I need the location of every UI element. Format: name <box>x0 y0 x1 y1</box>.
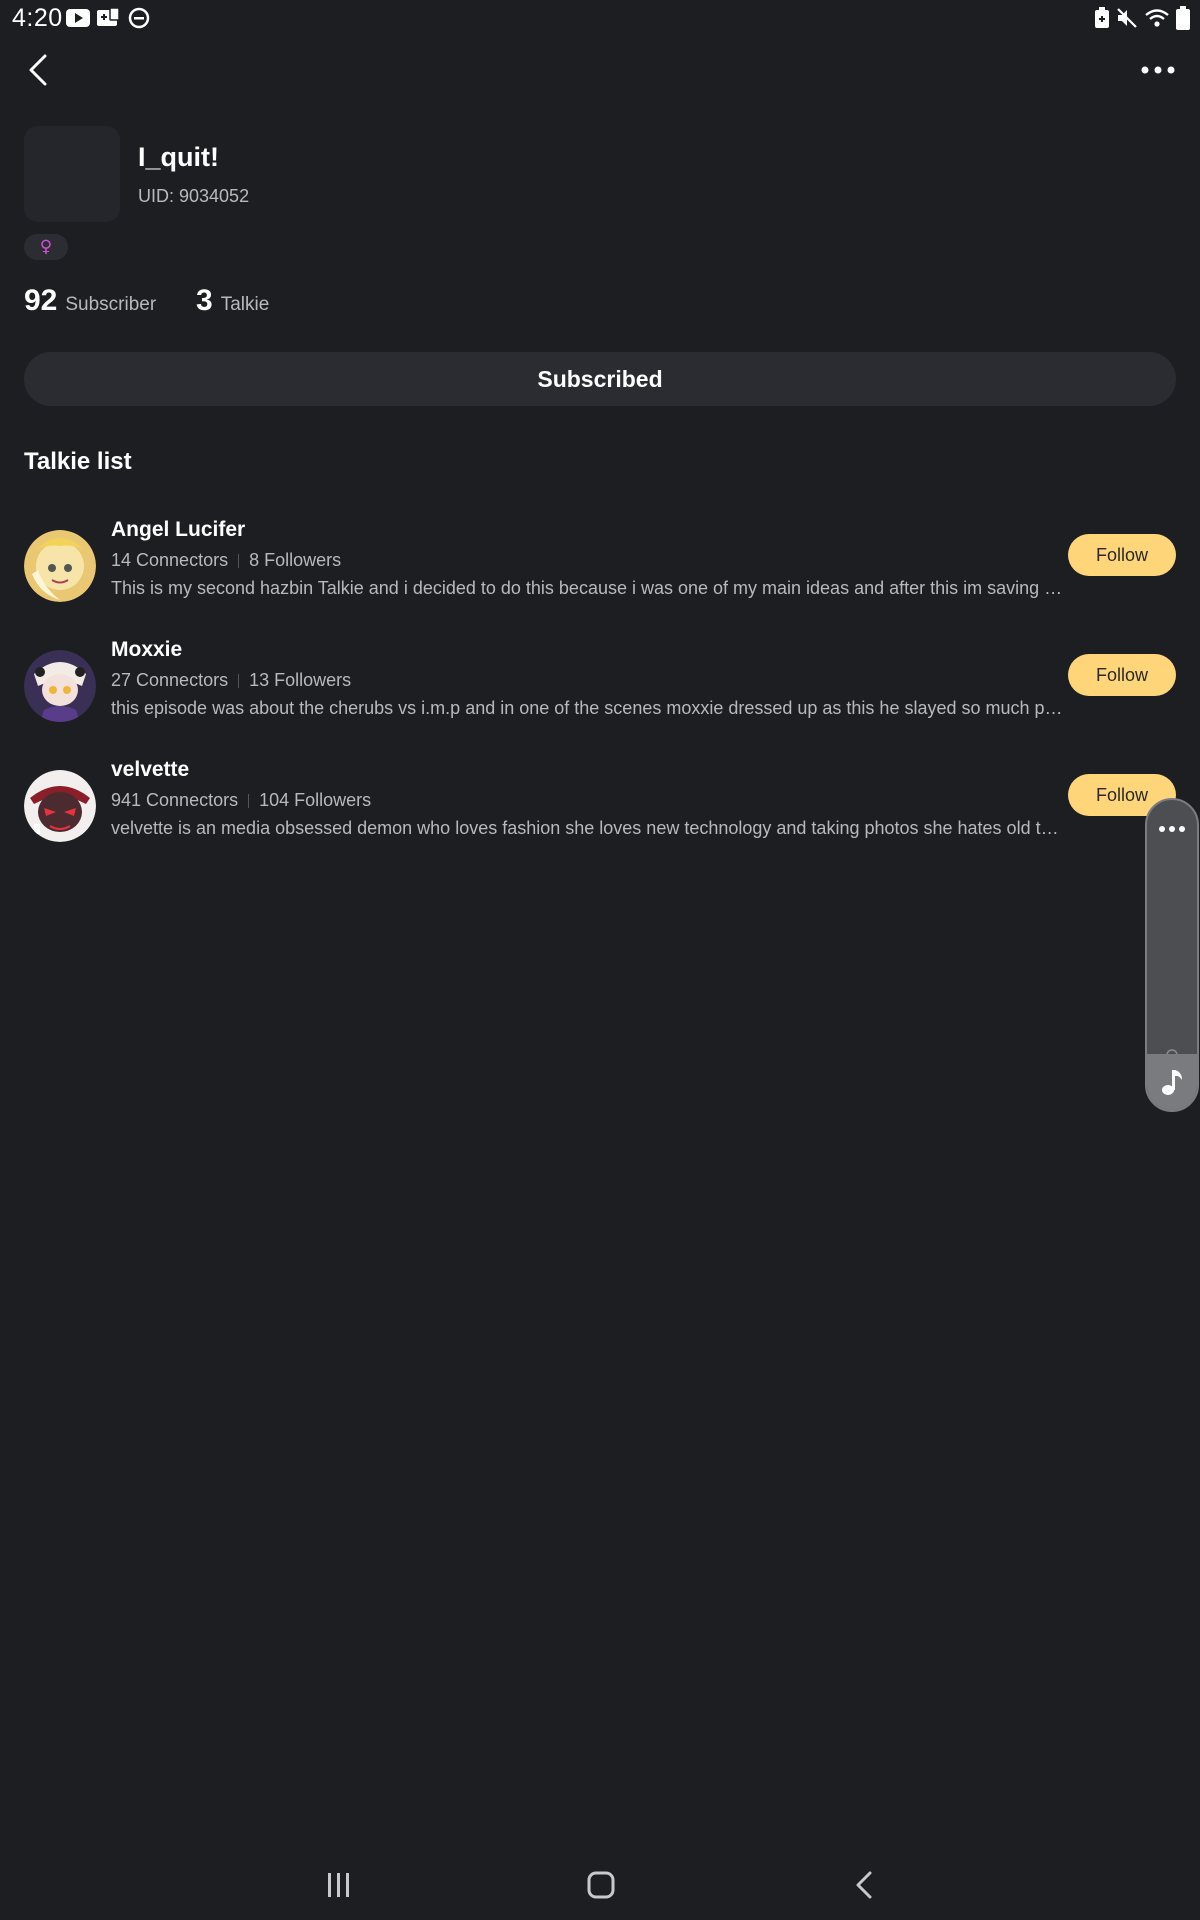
talkie-meta: 941 Connectors 104 Followers <box>111 790 371 811</box>
talkie-meta: 14 Connectors 8 Followers <box>111 550 341 571</box>
profile-screen: 4:20 I_quit! UID: 9034052 ♀ 92 Subscribe… <box>0 0 1200 1920</box>
music-note-icon <box>1160 1068 1184 1101</box>
followers-count: 13 Followers <box>249 670 352 690</box>
connectors-count: 14 Connectors <box>111 550 229 570</box>
profile-name: I_quit! <box>138 142 219 172</box>
follow-button[interactable]: Follow <box>1068 654 1176 696</box>
subscriber-count: 92 <box>24 284 58 317</box>
talkie-name: velvette <box>111 758 190 781</box>
talkie-list-title: Talkie list <box>24 448 132 475</box>
list-item[interactable]: Angel Lucifer 14 Connectors 8 Followers … <box>0 518 1200 618</box>
connectors-count: 941 Connectors <box>111 790 239 810</box>
floating-side-widget[interactable] <box>1145 798 1199 1112</box>
back-icon <box>856 1871 872 1899</box>
profile-uid: UID: 9034052 <box>138 186 250 206</box>
system-back-button[interactable] <box>834 1860 894 1910</box>
meta-divider <box>238 673 240 688</box>
talkie-stat: 3 Talkie <box>196 284 269 318</box>
talkie-name: Angel Lucifer <box>111 518 246 541</box>
talkie-description: this episode was about the cherubs vs i.… <box>111 698 1063 718</box>
battery-icon <box>1176 6 1190 30</box>
avatar <box>24 530 96 602</box>
subscribed-button[interactable]: Subscribed <box>24 352 1176 406</box>
mute-icon <box>1116 6 1138 30</box>
profile-avatar <box>24 126 120 222</box>
followers-count: 104 Followers <box>259 790 372 810</box>
battery-saver-icon <box>1094 6 1110 30</box>
recent-apps-icon <box>328 1873 349 1897</box>
music-button[interactable] <box>1147 1054 1197 1110</box>
subscriber-label: Subscriber <box>65 294 157 315</box>
chevron-left-icon <box>29 54 47 86</box>
subscriber-stat: 92 Subscriber <box>24 284 156 318</box>
talkie-name: Moxxie <box>111 638 183 661</box>
system-nav-bar <box>0 1850 1200 1920</box>
home-button[interactable] <box>571 1860 631 1910</box>
more-horizontal-icon[interactable] <box>1158 820 1186 838</box>
status-time: 4:20 <box>12 4 63 32</box>
meta-divider <box>238 553 240 568</box>
followers-count: 8 Followers <box>249 550 342 570</box>
list-item[interactable]: velvette 941 Connectors 104 Followers ve… <box>0 758 1200 858</box>
connectors-count: 27 Connectors <box>111 670 229 690</box>
youtube-icon <box>66 6 90 30</box>
meta-divider <box>248 793 250 808</box>
avatar <box>24 650 96 722</box>
back-button[interactable] <box>16 48 60 92</box>
talkie-description: This is my second hazbin Talkie and i de… <box>111 578 1063 598</box>
talkie-meta: 27 Connectors 13 Followers <box>111 670 351 691</box>
talkie-description: velvette is an media obsessed demon who … <box>111 818 1063 838</box>
female-icon: ♀ <box>39 237 53 257</box>
talkie-count: 3 <box>196 284 213 317</box>
wifi-icon <box>1144 6 1170 30</box>
home-icon <box>587 1871 615 1899</box>
avatar <box>24 770 96 842</box>
more-options-button[interactable] <box>1136 48 1180 92</box>
talkie-label: Talkie <box>220 294 270 315</box>
recent-apps-button[interactable] <box>309 1860 369 1910</box>
gender-badge: ♀ <box>24 234 68 260</box>
more-horizontal-icon <box>1141 66 1175 74</box>
list-item[interactable]: Moxxie 27 Connectors 13 Followers this e… <box>0 638 1200 738</box>
follow-button[interactable]: Follow <box>1068 534 1176 576</box>
wallet-icon <box>97 6 119 30</box>
do-not-disturb-icon <box>128 6 150 30</box>
status-bar: 4:20 <box>0 0 1200 36</box>
